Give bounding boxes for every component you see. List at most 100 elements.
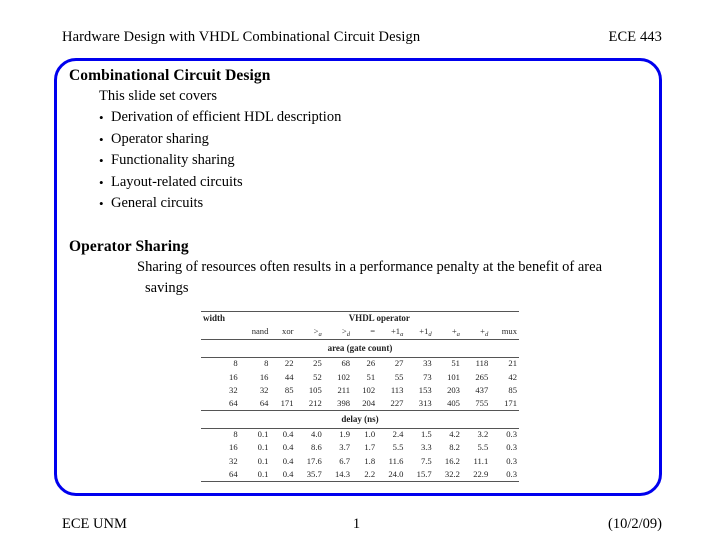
table-cell-+1a: 27 — [394, 358, 404, 369]
table-cell-=: 102 — [362, 384, 376, 395]
table-cell-+d: 265 — [475, 371, 489, 382]
table-cell-xor: 0.4 — [282, 455, 294, 466]
column-group-header-vhdl-operator: VHDL operator — [239, 311, 519, 326]
table-cell-xor: 0.4 — [282, 442, 294, 453]
table-cell-+1d: 153 — [418, 384, 432, 395]
table-cell-xor: 22 — [284, 358, 294, 369]
table-cell-+1d: 1.5 — [420, 429, 432, 440]
table-cell-nand: 32 — [259, 384, 269, 395]
table-cell-+1a: 2.4 — [392, 429, 404, 440]
table-cell-mux: 85 — [508, 384, 517, 395]
footer-date: (10/2/09) — [608, 516, 662, 532]
table-cell-+a: 4.2 — [449, 429, 460, 440]
table-row: 32 32 85 105 211 102 113 153 203 437 85 — [201, 384, 519, 397]
table-cell-+a: 8.2 — [449, 442, 460, 453]
table-row: 16 0.1 0.4 8.6 3.7 1.7 5.5 3.3 8.2 5.5 0.3 — [201, 442, 519, 455]
table-cell-width: 32 — [229, 384, 238, 395]
table-cell-mux: 171 — [490, 396, 519, 412]
vhdl-operator-table: width VHDL operator nand xor >a >d = +1a… — [201, 311, 519, 482]
table-cell-xor: 44 — [284, 371, 294, 382]
table-section-header-row: area (gate count) — [201, 339, 519, 358]
table-cell->d: 3.7 — [339, 442, 351, 453]
topic-bullet-list: Derivation of efficient HDL description … — [99, 107, 649, 215]
slide-footer: ECE UNM 1 (10/2/09) — [62, 515, 662, 535]
slide-header: Hardware Design with VHDL Combinational … — [62, 28, 662, 48]
table-cell-nand: 0.1 — [239, 467, 271, 482]
table-cell-+1a: 5.5 — [392, 442, 404, 453]
section-heading-operator-sharing: Operator Sharing — [69, 237, 189, 255]
table-cell->a: 212 — [295, 396, 324, 412]
table-cell->d: 14.3 — [323, 467, 353, 482]
table-cell-width: 64 — [201, 396, 240, 412]
column-header-nand: nand — [239, 325, 271, 341]
table-cell->d: 211 — [337, 384, 351, 395]
column-header-mux: mux — [490, 325, 519, 341]
table-cell-+1d: 313 — [405, 396, 434, 412]
table-section-label: delay (ns) — [201, 410, 519, 429]
table-cell->a: 17.6 — [306, 455, 322, 466]
column-header-spacer — [201, 325, 240, 341]
table-body: area (gate count) 8 8 22 25 68 26 27 33 51 118 21 16… — [201, 339, 519, 482]
list-item: General circuits — [99, 193, 649, 215]
page-title: Combinational Circuit Design — [69, 67, 271, 84]
table-cell-+a: 16.2 — [444, 455, 460, 466]
paragraph-line-1: Sharing of resources often results in a … — [137, 258, 603, 275]
table-cell-nand: 0.1 — [257, 455, 269, 466]
table-cell-nand: 16 — [259, 371, 269, 382]
table-cell-+1d: 15.7 — [405, 467, 434, 482]
table-cell->d: 398 — [323, 396, 353, 412]
table-cell-=: 204 — [352, 396, 378, 412]
table-cell-+d: 755 — [461, 396, 491, 412]
table-section-label: area (gate count) — [201, 339, 519, 358]
table-cell-+d: 3.2 — [477, 429, 489, 440]
table-cell->d: 1.9 — [339, 429, 351, 440]
table-cell->d: 68 — [341, 358, 351, 369]
slide-content-box: Combinational Circuit Design This slide … — [54, 58, 662, 496]
table-row: 16 16 44 52 102 51 55 73 101 265 42 — [201, 371, 519, 384]
table-cell-width: 16 — [229, 371, 238, 382]
table-cell-=: 51 — [366, 371, 376, 382]
table-cell-width: 32 — [229, 455, 238, 466]
table-cell-mux: 0.3 — [506, 429, 517, 440]
table-cell-mux: 0.3 — [506, 455, 517, 466]
table-cell->a: 4.0 — [311, 429, 322, 440]
list-item: Operator sharing — [99, 129, 649, 151]
slide-header-course: ECE 443 — [608, 29, 662, 45]
table-cell-xor: 0.4 — [282, 429, 294, 440]
column-header-add-a: +a — [433, 325, 462, 341]
table-row: 8 8 22 25 68 26 27 33 51 118 21 — [201, 357, 519, 371]
table-section-header-row: delay (ns) — [201, 410, 519, 429]
table-cell->a: 105 — [308, 384, 322, 395]
table-cell-+a: 101 — [447, 371, 460, 382]
table-cell->a: 35.7 — [295, 467, 324, 482]
table-cell-=: 1.7 — [364, 442, 376, 453]
table-head: width VHDL operator nand xor >a >d = +1a… — [201, 311, 519, 341]
table-row-group-header: width VHDL operator — [201, 311, 519, 326]
column-header-width: width — [201, 311, 240, 326]
table-cell-+d: 11.1 — [473, 455, 489, 466]
table-cell-=: 1.8 — [364, 455, 376, 466]
table-cell->a: 8.6 — [311, 442, 322, 453]
table-cell-+d: 118 — [475, 358, 489, 369]
list-item: Derivation of efficient HDL description — [99, 107, 649, 129]
table-cell-width: 64 — [201, 467, 240, 482]
table-cell-mux: 21 — [508, 358, 517, 369]
table-cell-+1a: 55 — [394, 371, 404, 382]
table-cell-+1a: 24.0 — [377, 467, 406, 482]
list-item: Functionality sharing — [99, 150, 649, 172]
slide-header-title: Hardware Design with VHDL Combinational … — [62, 29, 421, 45]
table-cell-+a: 32.2 — [433, 467, 462, 482]
table-cell-width: 16 — [229, 442, 238, 453]
column-header-xor: xor — [270, 325, 296, 341]
table-row: 64 0.1 0.4 35.7 14.3 2.2 24.0 15.7 32.2 22.9 0.3 — [201, 467, 519, 482]
table-cell-+1d: 7.5 — [420, 455, 432, 466]
table-cell->d: 6.7 — [339, 455, 351, 466]
table-cell-+d: 22.9 — [461, 467, 491, 482]
operator-sharing-paragraph: Sharing of resources often results in a … — [137, 257, 677, 299]
table-cell-mux: 0.3 — [506, 442, 517, 453]
table-cell-+a: 203 — [447, 384, 460, 395]
table-row-column-headers: nand xor >a >d = +1a +1d +a +d mux — [201, 325, 519, 341]
column-header-inc-d: +1d — [405, 325, 434, 341]
table-cell-nand: 0.1 — [257, 429, 269, 440]
paragraph-line-2: savings — [145, 279, 189, 296]
